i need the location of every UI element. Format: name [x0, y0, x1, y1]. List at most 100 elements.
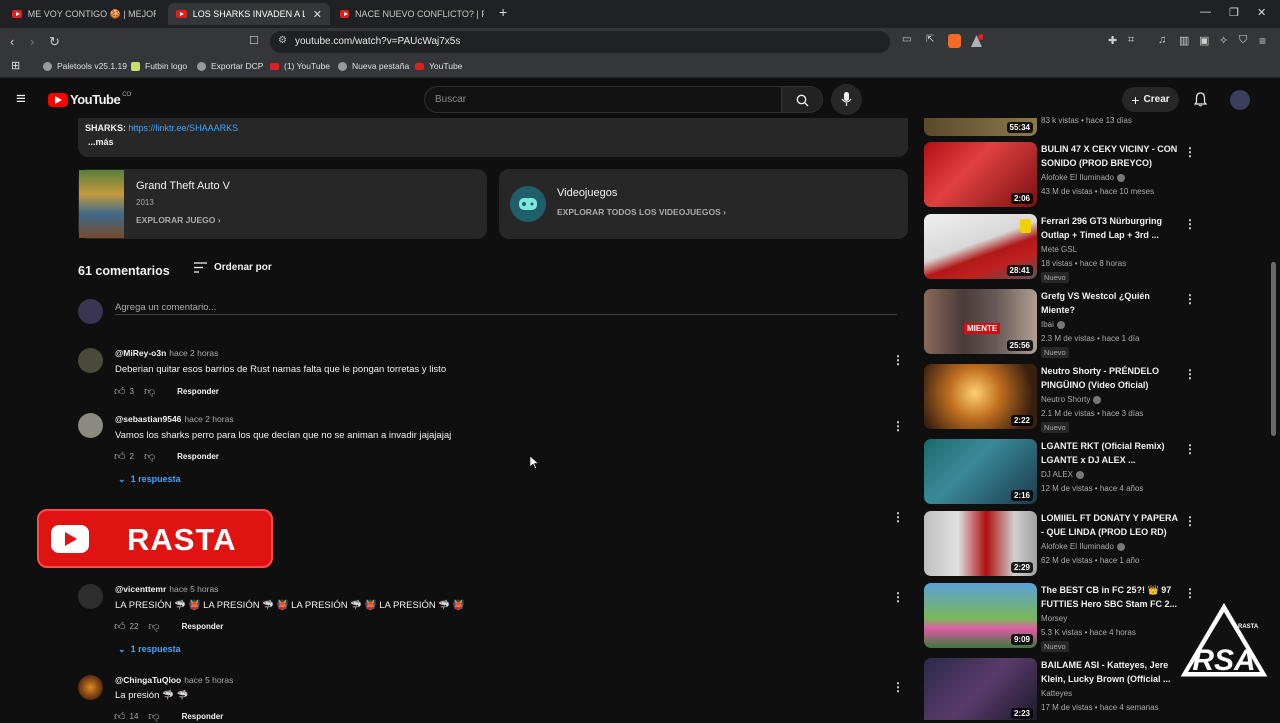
media-icon[interactable]: ♫ [1158, 34, 1166, 46]
bookmark-exportar-dcp[interactable]: Exportar DCP [197, 61, 263, 71]
like-icon[interactable]: 👍︎ [114, 620, 126, 633]
video-menu-icon[interactable]: ⋮ [1184, 145, 1196, 159]
add-comment-input[interactable]: Agrega un comentario... [115, 297, 897, 315]
vpn-icon[interactable]: ⛉ [1239, 34, 1247, 47]
comment-author[interactable]: @vicenttemr hace 5 horas [115, 584, 218, 594]
comment-menu-icon[interactable]: ⋮ [892, 419, 904, 433]
sidebar-toggle-icon[interactable]: ▥ [1179, 34, 1189, 47]
comment-author[interactable]: @MiRey-o3n hace 2 horas [115, 348, 218, 358]
cast-icon[interactable]: ▭ [902, 34, 911, 45]
back-icon[interactable]: ‹ [10, 34, 14, 49]
close-window-icon[interactable]: ✕ [1257, 6, 1266, 19]
video-description[interactable]: SHARKS: https://linktr.ee/SHAAARKS ...má… [78, 118, 908, 157]
video-title[interactable]: Ferrari 296 GT3 Nürburgring Outlap + Tim… [1041, 214, 1181, 242]
comment-menu-icon[interactable]: ⋮ [892, 510, 904, 524]
page-scrollbar[interactable] [1271, 262, 1276, 436]
comment-author[interactable]: @ChingaTuQloo hace 5 horas [115, 675, 233, 685]
comment-avatar[interactable] [78, 584, 103, 609]
game-card[interactable]: Grand Theft Auto V 2013 EXPLORAR JUEGO › [78, 169, 487, 239]
wallet-icon[interactable]: ▣ [1199, 34, 1209, 47]
video-thumbnail[interactable]: 2:29 [924, 511, 1037, 576]
video-menu-icon[interactable]: ⋮ [1184, 442, 1196, 456]
screenshot-icon[interactable]: ⌗ [1128, 34, 1134, 47]
minimize-icon[interactable]: — [1200, 6, 1211, 18]
brave-shield-icon[interactable] [948, 34, 961, 48]
close-tab-icon[interactable]: ✕ [313, 8, 322, 21]
video-channel[interactable]: Alofoke El Iluminado [1041, 542, 1125, 551]
notifications-bell-icon[interactable] [1194, 92, 1207, 107]
video-title[interactable]: Grefg VS Westcol ¿Quién Miente? [1041, 289, 1181, 317]
brave-rewards-icon[interactable] [970, 34, 984, 48]
extensions-icon[interactable]: ✚ [1108, 34, 1117, 47]
comment-time[interactable]: hace 2 horas [169, 348, 218, 358]
guide-menu-icon[interactable]: ≡ [16, 89, 26, 109]
menu-icon[interactable]: ≡ [1259, 34, 1266, 48]
view-replies-button[interactable]: ⌄ 1 respuesta [118, 644, 181, 655]
reply-button[interactable]: Responder [177, 452, 219, 461]
video-menu-icon[interactable]: ⋮ [1184, 292, 1196, 306]
comment-time[interactable]: hace 5 horas [184, 675, 233, 685]
comment-avatar[interactable] [78, 348, 103, 373]
search-button[interactable] [781, 86, 823, 113]
video-menu-icon[interactable]: ⋮ [1184, 514, 1196, 528]
search-input[interactable]: Buscar [424, 86, 782, 113]
video-channel[interactable]: Alofoke El Iluminado [1041, 173, 1125, 182]
dislike-icon[interactable]: 👎︎ [144, 450, 155, 463]
voice-search-button[interactable] [831, 84, 862, 115]
video-channel[interactable]: DJ ALEX [1041, 470, 1085, 479]
video-channel[interactable]: Neutro Shorty [1041, 395, 1102, 404]
comment-menu-icon[interactable]: ⋮ [892, 353, 904, 367]
comment-time[interactable]: hace 5 horas [169, 584, 218, 594]
show-more-link[interactable]: ...más [88, 137, 114, 147]
bookmark-nueva-pestana[interactable]: Nueva pestaña [338, 61, 409, 71]
video-thumbnail[interactable]: 9:09 [924, 583, 1037, 648]
video-menu-icon[interactable]: ⋮ [1184, 367, 1196, 381]
video-thumbnail[interactable]: 2:22 [924, 364, 1037, 429]
view-replies-button[interactable]: ⌄ 1 respuesta [118, 474, 181, 485]
address-bar[interactable]: ⚙ youtube.com/watch?v=PAUcWaj7x5s [270, 31, 890, 53]
browser-tab-3[interactable]: NACE NUEVO CONFLICTO? | FAMILY [332, 3, 492, 25]
reply-button[interactable]: Responder [177, 387, 219, 396]
dislike-icon[interactable]: 👎︎ [148, 620, 159, 633]
video-thumbnail[interactable]: 2:23 [924, 658, 1037, 720]
comment-menu-icon[interactable]: ⋮ [892, 590, 904, 604]
bookmark-futbin[interactable]: Futbin logo [131, 61, 187, 71]
video-thumbnail[interactable]: 28:41 [924, 214, 1037, 279]
video-thumbnail[interactable]: 55:34 [924, 118, 1037, 136]
account-avatar[interactable] [1230, 90, 1250, 110]
reply-button[interactable]: Responder [182, 712, 224, 721]
youtube-logo[interactable]: YouTube CO [48, 92, 131, 107]
forward-icon[interactable]: › [30, 34, 34, 49]
browser-tab-2[interactable]: LOS SHARKS INVADEN A LA CM ✕ [168, 3, 330, 25]
reply-button[interactable]: Responder [182, 622, 224, 631]
sort-button[interactable]: Ordenar por [194, 262, 272, 273]
like-icon[interactable]: 👍︎ [114, 450, 126, 463]
video-channel[interactable]: Mete GSL [1041, 245, 1077, 254]
dislike-icon[interactable]: 👎︎ [144, 385, 155, 398]
comment-menu-icon[interactable]: ⋮ [892, 680, 904, 694]
reload-icon[interactable]: ↻ [49, 34, 60, 50]
create-button[interactable]: + Crear [1122, 87, 1179, 112]
share-icon[interactable]: ⇱ [926, 34, 934, 45]
apps-icon[interactable]: ⊞ [11, 59, 20, 72]
like-icon[interactable]: 👍︎ [114, 385, 126, 398]
bookmark-youtube-1[interactable]: (1) YouTube [270, 61, 330, 71]
browser-tab-1[interactable]: ME VOY CONTIGO 🍪 | MEJORES [4, 3, 164, 25]
video-title[interactable]: LOMIIEL FT DONATY Y PAPERA - QUE LINDA (… [1041, 511, 1181, 539]
leo-ai-icon[interactable]: ✧ [1219, 34, 1228, 47]
dislike-icon[interactable]: 👎︎ [148, 710, 159, 723]
video-channel[interactable]: Katteyes [1041, 689, 1072, 698]
video-thumbnail[interactable]: 2:16 [924, 439, 1037, 504]
bookmark-icon[interactable]: ☐ [249, 34, 259, 47]
video-thumbnail[interactable]: MIENTE 25:56 [924, 289, 1037, 354]
video-title[interactable]: The BEST CB in FC 25?! 👑 97 FUTTIES Hero… [1041, 583, 1181, 611]
video-title[interactable]: LGANTE RKT (Oficial Remix) LGANTE x DJ A… [1041, 439, 1181, 467]
video-channel[interactable]: Morsey [1041, 614, 1067, 623]
new-tab-icon[interactable]: + [499, 4, 507, 20]
comment-author[interactable]: @sebastian9546 hace 2 horas [115, 414, 234, 424]
video-title[interactable]: BULIN 47 X CEKY VICINY - CON SONIDO (PRO… [1041, 142, 1181, 170]
video-title[interactable]: BAILAME ASI - Katteyes, Jere Klein, Luck… [1041, 658, 1181, 686]
video-menu-icon[interactable]: ⋮ [1184, 217, 1196, 231]
restore-icon[interactable]: ❐ [1229, 6, 1239, 19]
linktree-link[interactable]: https://linktr.ee/SHAAARKS [129, 123, 239, 133]
